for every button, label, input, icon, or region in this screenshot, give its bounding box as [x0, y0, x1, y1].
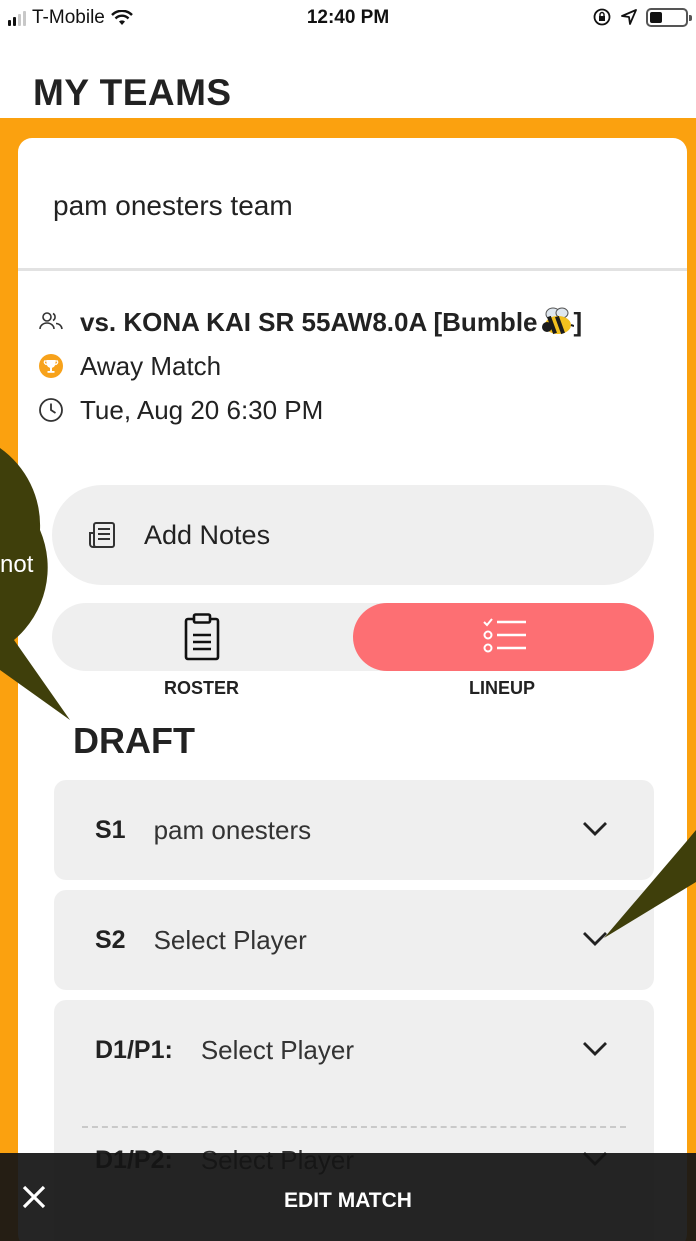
divider — [18, 268, 687, 271]
battery-icon — [646, 7, 692, 27]
slot-player: Select Player — [200, 1034, 354, 1065]
tab-roster-label: ROSTER — [164, 678, 240, 698]
slot-row[interactable]: S2 Select Player — [54, 890, 654, 990]
add-notes-label: Add Notes — [144, 519, 271, 550]
tab-lineup[interactable] — [353, 603, 654, 671]
orientation-lock-icon — [593, 8, 611, 26]
lineup-slot[interactable]: S1 pam onesters — [54, 780, 654, 880]
slot-player: pam onesters — [153, 814, 312, 845]
bottom-bar-title: EDIT MATCH — [284, 1189, 412, 1212]
status-bar: T-Mobile 12:40 PM — [0, 0, 696, 36]
checklist-icon — [483, 618, 526, 653]
clipboard-icon — [184, 613, 220, 661]
team-name: pam onesters team — [53, 190, 293, 221]
clock-icon — [38, 397, 64, 423]
add-notes-button[interactable]: Add Notes — [52, 485, 654, 585]
callout-bubble-left — [0, 448, 70, 720]
app-screen: T-Mobile 12:40 PM MY TEAMS pam onesters … — [0, 0, 696, 1241]
match-type-row: Away Match — [38, 344, 582, 388]
callout-text: not — [0, 551, 34, 578]
chevron-down-icon[interactable] — [582, 1040, 608, 1058]
people-icon — [38, 309, 64, 335]
trophy-icon — [38, 353, 64, 379]
slot-code: D1/P1: — [95, 1035, 173, 1064]
opponent-row[interactable]: vs. KONA KAI SR 55AW8.0A [Bumble ] — [38, 300, 582, 344]
slot-code: S2 — [95, 925, 126, 954]
slot-code: S1 — [95, 815, 126, 844]
bee-emoji-icon — [541, 307, 574, 335]
match-type-label: Away Match — [80, 350, 222, 381]
callout-bubble-right — [604, 830, 696, 938]
status-right — [592, 7, 692, 27]
view-toggle — [52, 603, 654, 671]
tab-lineup-label: LINEUP — [469, 678, 536, 698]
match-info: vs. KONA KAI SR 55AW8.0A [Bumble ] Away … — [38, 300, 582, 432]
opponent-label-end: ] — [573, 306, 583, 337]
datetime-row: Tue, Aug 20 6:30 PM — [38, 388, 582, 432]
page-title: MY TEAMS — [33, 72, 232, 113]
battery-level — [650, 11, 662, 23]
slot-row[interactable]: D1/P1: Select Player — [54, 1000, 654, 1100]
location-arrow-icon — [621, 9, 637, 25]
bottom-bar: EDIT MATCH — [0, 1153, 696, 1241]
slot-row[interactable]: S1 pam onesters — [54, 780, 654, 880]
datetime-label: Tue, Aug 20 6:30 PM — [80, 394, 324, 425]
lineup-slot[interactable]: S2 Select Player — [54, 890, 654, 990]
opponent-label: vs. KONA KAI SR 55AW8.0A [Bumble — [80, 306, 538, 337]
slot-player: Select Player — [153, 924, 307, 955]
